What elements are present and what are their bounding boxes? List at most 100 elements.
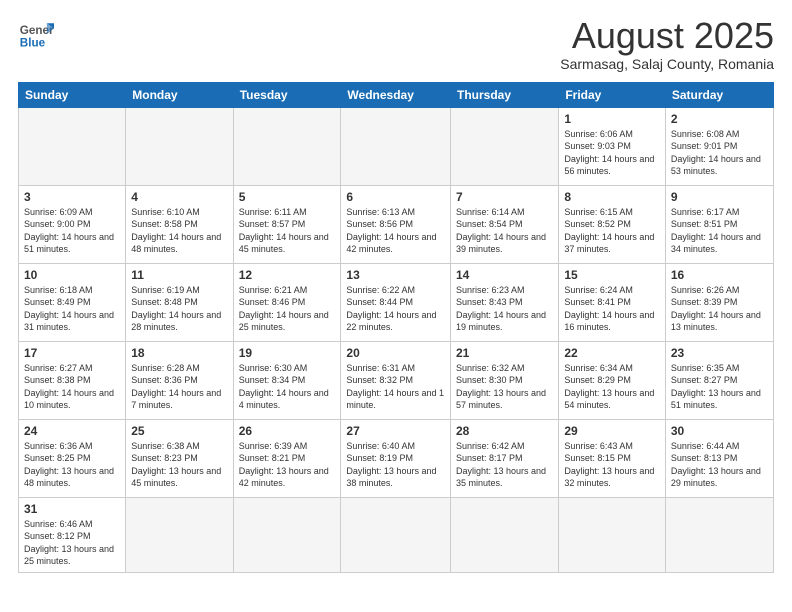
calendar-cell: 18Sunrise: 6:28 AM Sunset: 8:36 PM Dayli… <box>126 341 233 419</box>
calendar-cell <box>233 107 341 185</box>
weekday-header-monday: Monday <box>126 82 233 107</box>
calendar-cell: 30Sunrise: 6:44 AM Sunset: 8:13 PM Dayli… <box>665 419 773 497</box>
title-block: August 2025 Sarmasag, Salaj County, Roma… <box>560 16 774 72</box>
day-info: Sunrise: 6:38 AM Sunset: 8:23 PM Dayligh… <box>131 440 227 490</box>
page: General Blue August 2025 Sarmasag, Salaj… <box>0 0 792 583</box>
calendar-cell: 17Sunrise: 6:27 AM Sunset: 8:38 PM Dayli… <box>19 341 126 419</box>
calendar-cell: 25 Sunrise: 6:38 AM Sunset: 8:23 PM Dayli… <box>126 419 233 497</box>
day-info: Sunrise: 6:40 AM Sunset: 8:19 PM Dayligh… <box>346 440 445 490</box>
day-number: 31 <box>24 502 120 516</box>
day-info: Sunrise: 6:28 AM Sunset: 8:36 PM Dayligh… <box>131 362 227 412</box>
svg-text:Blue: Blue <box>20 37 46 50</box>
day-info: Sunrise: 6:35 AM Sunset: 8:27 PM Dayligh… <box>671 362 768 412</box>
calendar-cell <box>451 497 559 572</box>
calendar-cell: 28 Sunrise: 6:42 AM Sunset: 8:17 PM Dayli… <box>451 419 559 497</box>
calendar-cell: 9 Sunrise: 6:17 AM Sunset: 8:51 PM Daylig… <box>665 185 773 263</box>
calendar-cell <box>665 497 773 572</box>
calendar-week-row: 1 Sunrise: 6:06 AM Sunset: 9:03 PM Daylig… <box>19 107 774 185</box>
calendar-cell <box>559 497 666 572</box>
calendar-cell <box>233 497 341 572</box>
calendar-cell: 13Sunrise: 6:22 AM Sunset: 8:44 PM Dayli… <box>341 263 451 341</box>
day-info: Sunrise: 6:26 AM Sunset: 8:39 PM Dayligh… <box>671 284 768 334</box>
calendar-cell: 27 Sunrise: 6:40 AM Sunset: 8:19 PM Dayli… <box>341 419 451 497</box>
calendar-cell: 7Sunrise: 6:14 AM Sunset: 8:54 PM Daylig… <box>451 185 559 263</box>
day-number: 19 <box>239 346 336 360</box>
day-number: 4 <box>131 190 227 204</box>
day-number: 15 <box>564 268 660 282</box>
weekday-header-thursday: Thursday <box>451 82 559 107</box>
day-number: 7 <box>456 190 553 204</box>
day-info: Sunrise: 6:34 AM Sunset: 8:29 PM Dayligh… <box>564 362 660 412</box>
day-info: Sunrise: 6:21 AM Sunset: 8:46 PM Dayligh… <box>239 284 336 334</box>
weekday-header-wednesday: Wednesday <box>341 82 451 107</box>
calendar-cell: 8Sunrise: 6:15 AM Sunset: 8:52 PM Daylig… <box>559 185 666 263</box>
day-number: 27 <box>346 424 445 438</box>
day-number: 28 <box>456 424 553 438</box>
calendar-week-row: 17Sunrise: 6:27 AM Sunset: 8:38 PM Dayli… <box>19 341 774 419</box>
calendar-week-row: 3 Sunrise: 6:09 AM Sunset: 9:00 PM Daylig… <box>19 185 774 263</box>
day-info: Sunrise: 6:42 AM Sunset: 8:17 PM Dayligh… <box>456 440 553 490</box>
calendar-cell <box>126 497 233 572</box>
calendar-cell: 24 Sunrise: 6:36 AM Sunset: 8:25 PM Dayli… <box>19 419 126 497</box>
day-number: 1 <box>564 112 660 126</box>
day-number: 25 <box>131 424 227 438</box>
calendar-cell: 11 Sunrise: 6:19 AM Sunset: 8:48 PM Dayli… <box>126 263 233 341</box>
day-number: 9 <box>671 190 768 204</box>
day-number: 12 <box>239 268 336 282</box>
day-info: Sunrise: 6:39 AM Sunset: 8:21 PM Dayligh… <box>239 440 336 490</box>
day-number: 3 <box>24 190 120 204</box>
day-info: Sunrise: 6:09 AM Sunset: 9:00 PM Dayligh… <box>24 206 120 256</box>
subtitle: Sarmasag, Salaj County, Romania <box>560 56 774 72</box>
calendar-cell <box>126 107 233 185</box>
day-number: 11 <box>131 268 227 282</box>
day-info: Sunrise: 6:13 AM Sunset: 8:56 PM Dayligh… <box>346 206 445 256</box>
calendar-cell: 21 Sunrise: 6:32 AM Sunset: 8:30 PM Dayli… <box>451 341 559 419</box>
day-number: 14 <box>456 268 553 282</box>
weekday-header-saturday: Saturday <box>665 82 773 107</box>
calendar-cell: 19 Sunrise: 6:30 AM Sunset: 8:34 PM Dayli… <box>233 341 341 419</box>
header: General Blue August 2025 Sarmasag, Salaj… <box>18 16 774 72</box>
calendar-cell: 31Sunrise: 6:46 AM Sunset: 8:12 PM Dayli… <box>19 497 126 572</box>
day-number: 29 <box>564 424 660 438</box>
day-number: 6 <box>346 190 445 204</box>
day-number: 2 <box>671 112 768 126</box>
weekday-header-friday: Friday <box>559 82 666 107</box>
calendar-cell: 22 Sunrise: 6:34 AM Sunset: 8:29 PM Dayli… <box>559 341 666 419</box>
day-number: 21 <box>456 346 553 360</box>
calendar-cell: 4 Sunrise: 6:10 AM Sunset: 8:58 PM Daylig… <box>126 185 233 263</box>
weekday-header-sunday: Sunday <box>19 82 126 107</box>
calendar-cell: 12 Sunrise: 6:21 AM Sunset: 8:46 PM Dayli… <box>233 263 341 341</box>
calendar-week-row: 31Sunrise: 6:46 AM Sunset: 8:12 PM Dayli… <box>19 497 774 572</box>
calendar-cell: 23Sunrise: 6:35 AM Sunset: 8:27 PM Dayli… <box>665 341 773 419</box>
logo-icon: General Blue <box>18 16 54 52</box>
day-info: Sunrise: 6:17 AM Sunset: 8:51 PM Dayligh… <box>671 206 768 256</box>
day-info: Sunrise: 6:10 AM Sunset: 8:58 PM Dayligh… <box>131 206 227 256</box>
day-number: 8 <box>564 190 660 204</box>
month-title: August 2025 <box>560 16 774 56</box>
calendar-cell: 26Sunrise: 6:39 AM Sunset: 8:21 PM Dayli… <box>233 419 341 497</box>
day-info: Sunrise: 6:23 AM Sunset: 8:43 PM Dayligh… <box>456 284 553 334</box>
day-info: Sunrise: 6:19 AM Sunset: 8:48 PM Dayligh… <box>131 284 227 334</box>
calendar-cell: 14 Sunrise: 6:23 AM Sunset: 8:43 PM Dayli… <box>451 263 559 341</box>
day-info: Sunrise: 6:43 AM Sunset: 8:15 PM Dayligh… <box>564 440 660 490</box>
day-info: Sunrise: 6:06 AM Sunset: 9:03 PM Dayligh… <box>564 128 660 178</box>
day-info: Sunrise: 6:30 AM Sunset: 8:34 PM Dayligh… <box>239 362 336 412</box>
calendar-cell <box>341 497 451 572</box>
day-info: Sunrise: 6:31 AM Sunset: 8:32 PM Dayligh… <box>346 362 445 412</box>
day-info: Sunrise: 6:36 AM Sunset: 8:25 PM Dayligh… <box>24 440 120 490</box>
day-number: 22 <box>564 346 660 360</box>
day-number: 17 <box>24 346 120 360</box>
calendar-cell: 29 Sunrise: 6:43 AM Sunset: 8:15 PM Dayli… <box>559 419 666 497</box>
day-info: Sunrise: 6:22 AM Sunset: 8:44 PM Dayligh… <box>346 284 445 334</box>
calendar-cell <box>341 107 451 185</box>
day-number: 24 <box>24 424 120 438</box>
day-info: Sunrise: 6:24 AM Sunset: 8:41 PM Dayligh… <box>564 284 660 334</box>
calendar-cell <box>451 107 559 185</box>
logo: General Blue <box>18 16 54 52</box>
calendar-cell: 3 Sunrise: 6:09 AM Sunset: 9:00 PM Daylig… <box>19 185 126 263</box>
calendar-cell: 5Sunrise: 6:11 AM Sunset: 8:57 PM Daylig… <box>233 185 341 263</box>
calendar-cell: 15 Sunrise: 6:24 AM Sunset: 8:41 PM Dayli… <box>559 263 666 341</box>
calendar-cell: 6 Sunrise: 6:13 AM Sunset: 8:56 PM Daylig… <box>341 185 451 263</box>
day-info: Sunrise: 6:44 AM Sunset: 8:13 PM Dayligh… <box>671 440 768 490</box>
day-info: Sunrise: 6:32 AM Sunset: 8:30 PM Dayligh… <box>456 362 553 412</box>
